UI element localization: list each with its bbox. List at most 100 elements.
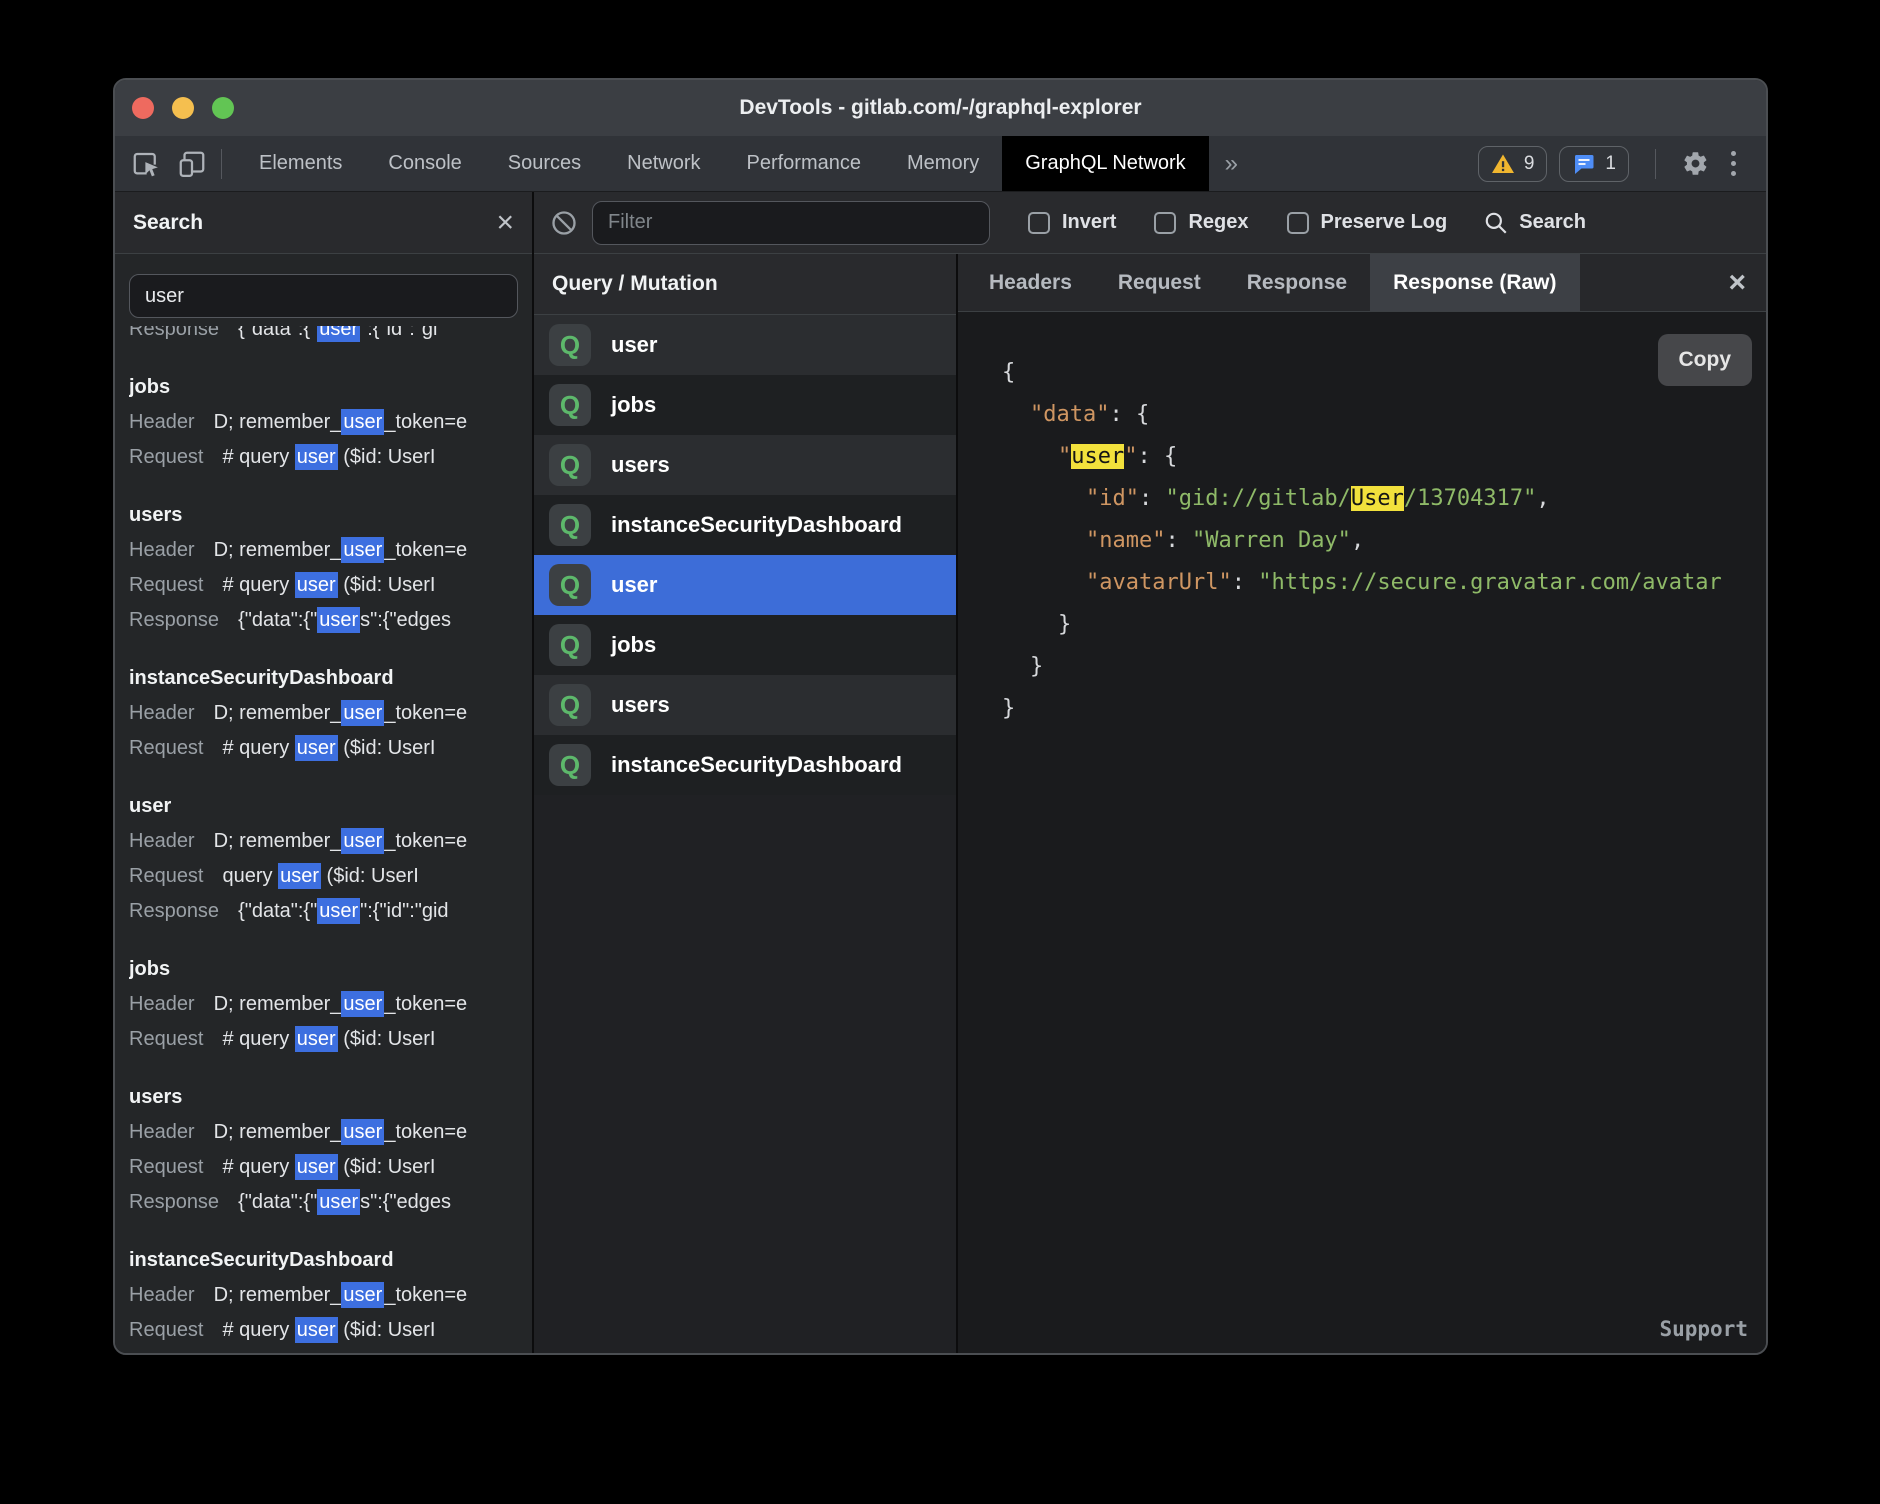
json-content: {"data": {"user": {"id": "gid://gitlab/U… (1002, 352, 1766, 730)
result-operation-name[interactable]: jobs (129, 370, 518, 405)
json-token: { (1002, 360, 1015, 385)
search-match-highlight: user (317, 1189, 360, 1215)
result-text: ($id: UserI (338, 737, 436, 759)
json-line: } (1002, 604, 1766, 646)
search-result-row[interactable]: HeaderD; remember_user_token=e (129, 533, 518, 568)
copy-button[interactable]: Copy (1658, 334, 1753, 386)
result-field-label: Response (129, 326, 219, 340)
search-match-highlight: user (295, 1026, 338, 1052)
warning-triangle-icon (1491, 152, 1515, 176)
result-operation-name[interactable]: users (129, 1080, 518, 1115)
search-result-row[interactable]: Request# query user ($id: UserI (129, 568, 518, 603)
result-text: _token=e (384, 1284, 467, 1306)
checkbox-box (1287, 212, 1309, 234)
query-list-item-user[interactable]: Quser (534, 315, 956, 375)
kebab-menu-icon[interactable] (1721, 147, 1746, 180)
detail-tab-headers[interactable]: Headers (966, 254, 1095, 311)
search-result-row[interactable]: Requestquery user ($id: UserI (129, 859, 518, 894)
query-list-item-jobs[interactable]: Qjobs (534, 615, 956, 675)
query-list-item-users[interactable]: Qusers (534, 435, 956, 495)
search-match-highlight: user (278, 863, 321, 889)
search-result-row[interactable]: Request# query user ($id: UserI (129, 440, 518, 475)
detail-panel: HeadersRequestResponseResponse (Raw) × Co… (958, 254, 1766, 1353)
checkbox-box (1028, 212, 1050, 234)
query-list-item-jobs[interactable]: Qjobs (534, 375, 956, 435)
detail-tab-response[interactable]: Response (1224, 254, 1370, 311)
devtools-tab-network[interactable]: Network (604, 136, 723, 191)
search-result-row[interactable]: Request# query user ($id: UserI (129, 1313, 518, 1348)
result-operation-name[interactable]: instanceSecurityDashboard (129, 661, 518, 696)
json-token: : (1139, 486, 1166, 511)
json-line: "avatarUrl": "https://secure.gravatar.co… (1002, 562, 1766, 604)
issues-badge[interactable]: 1 (1559, 146, 1629, 182)
query-list: QuserQjobsQusersQinstanceSecurityDashboa… (534, 315, 956, 1353)
search-result-row[interactable]: Request# query user ($id: UserI (129, 1150, 518, 1185)
devtools-tab-performance[interactable]: Performance (724, 136, 885, 191)
json-token: "name" (1086, 528, 1165, 553)
search-result-row[interactable]: Response{"data":{"user":{"id":"gid (129, 894, 518, 929)
search-panel-title: Search (133, 211, 203, 235)
search-result-row[interactable]: Request# query user ($id: UserI (129, 1022, 518, 1057)
query-list-item-instanceSecurityDashboard[interactable]: QinstanceSecurityDashboard (534, 495, 956, 555)
search-result-row[interactable]: HeaderD; remember_user_token=e (129, 1115, 518, 1150)
query-type-badge: Q (549, 444, 591, 486)
checkbox-regex[interactable]: Regex (1154, 211, 1248, 234)
group-body: Query / Mutation QuserQjobsQusersQinstan… (534, 254, 1766, 1353)
search-match-highlight: user (295, 735, 338, 761)
result-text: # query (223, 737, 295, 759)
search-result-row[interactable]: Response{"data":{"users":{"edges (129, 1185, 518, 1220)
search-result-row[interactable]: Response{"data":{"user":{"id":"gi (129, 326, 518, 347)
search-magnifier-icon (1483, 210, 1509, 236)
search-result-row[interactable]: HeaderD; remember_user_token=e (129, 696, 518, 731)
block-clear-icon[interactable] (550, 209, 578, 237)
device-toolbar-icon[interactable] (177, 149, 207, 179)
settings-gear-icon[interactable] (1682, 150, 1709, 177)
json-token: : (1165, 528, 1192, 553)
result-operation-name[interactable]: users (129, 498, 518, 533)
checkbox-invert[interactable]: Invert (1028, 211, 1116, 234)
devtools-tab-elements[interactable]: Elements (236, 136, 365, 191)
checkbox-preserve-log[interactable]: Preserve Log (1287, 211, 1448, 234)
filter-input[interactable] (592, 201, 990, 245)
search-result-row[interactable]: Response{"data":{"users":{"edges (129, 603, 518, 638)
search-input[interactable] (129, 274, 518, 318)
detail-tab-request[interactable]: Request (1095, 254, 1224, 311)
search-result-row[interactable]: HeaderD; remember_user_token=e (129, 824, 518, 859)
devtools-tab-console[interactable]: Console (365, 136, 484, 191)
search-result-row[interactable]: HeaderD; remember_user_token=e (129, 405, 518, 440)
search-close-icon[interactable]: × (496, 208, 514, 238)
toolbar-divider (221, 149, 222, 179)
checkbox-label: Invert (1062, 211, 1116, 234)
query-list-item-users[interactable]: Qusers (534, 675, 956, 735)
query-item-label: users (611, 692, 670, 718)
json-token: : { (1137, 444, 1177, 469)
devtools-tab-memory[interactable]: Memory (884, 136, 1002, 191)
search-result-row[interactable]: HeaderD; remember_user_token=e (129, 987, 518, 1022)
result-field-label: Header (129, 702, 195, 724)
result-operation-name[interactable]: jobs (129, 952, 518, 987)
query-type-badge: Q (549, 744, 591, 786)
result-text: ($id: UserI (338, 446, 436, 468)
inspect-element-icon[interactable] (131, 149, 161, 179)
result-text: query (223, 865, 279, 887)
network-search-button[interactable]: Search (1483, 210, 1586, 236)
query-list-item-instanceSecurityDashboard[interactable]: QinstanceSecurityDashboard (534, 735, 956, 795)
detail-close-icon[interactable]: × (1728, 268, 1766, 298)
support-link[interactable]: Support (1659, 1317, 1748, 1341)
result-field-label: Request (129, 1156, 204, 1178)
console-warnings-badge[interactable]: 9 (1478, 146, 1548, 182)
query-list-item-user[interactable]: Quser (534, 555, 956, 615)
more-tabs-button[interactable]: » (1209, 150, 1254, 178)
result-operation-name[interactable]: instanceSecurityDashboard (129, 1243, 518, 1278)
search-match-highlight: user (341, 1119, 384, 1145)
search-result-row[interactable]: HeaderD; remember_user_token=e (129, 1278, 518, 1313)
result-text: # query (223, 1028, 295, 1050)
devtools-tab-graphql-network[interactable]: GraphQL Network (1002, 136, 1208, 191)
json-token: " (1124, 444, 1137, 469)
search-result-row[interactable]: Request# query user ($id: UserI (129, 731, 518, 766)
json-token: "Warren Day" (1192, 528, 1351, 553)
result-operation-name[interactable]: user (129, 789, 518, 824)
result-field-label: Request (129, 446, 204, 468)
detail-tab-response-raw[interactable]: Response (Raw) (1370, 254, 1579, 311)
devtools-tab-sources[interactable]: Sources (485, 136, 604, 191)
